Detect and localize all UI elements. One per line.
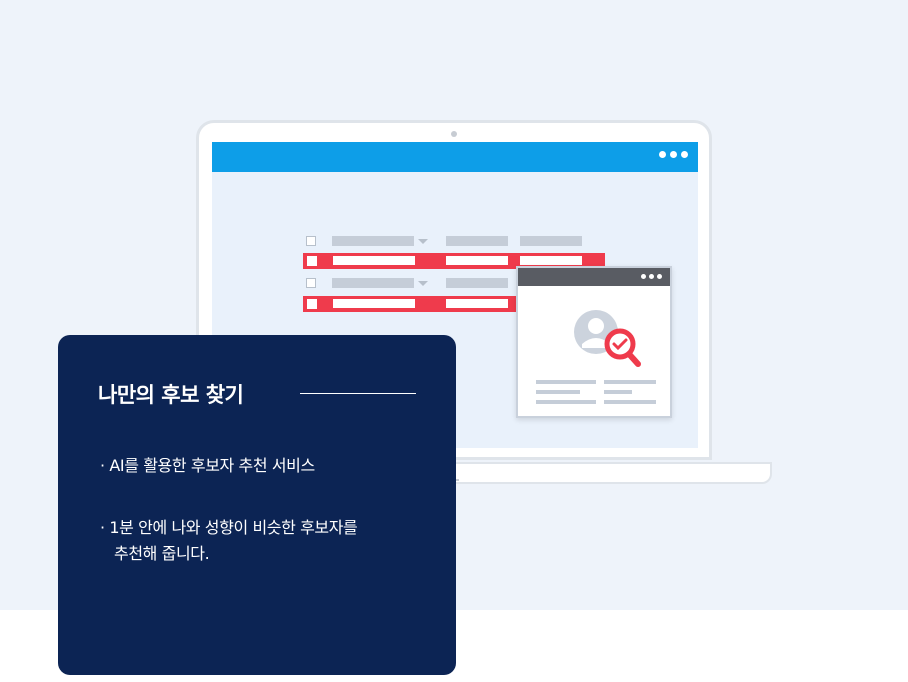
recommendation-banner: 나만의 후보 찾기 · AI를 활용한 후보자 추천 서비스 · 1분 안에 나… <box>0 0 908 682</box>
checkbox-icon <box>307 256 317 266</box>
feature-card: 나만의 후보 찾기 · AI를 활용한 후보자 추천 서비스 · 1분 안에 나… <box>58 335 456 675</box>
checkbox-icon <box>306 236 316 246</box>
magnifier-check-icon <box>604 328 641 367</box>
browser-dots-icon <box>659 151 688 158</box>
user-profile-icon <box>574 310 641 367</box>
dropdown-arrow-icon <box>419 301 429 306</box>
list-row-highlighted <box>303 296 517 312</box>
card-title: 나만의 후보 찾기 <box>98 383 244 407</box>
title-divider <box>300 393 416 394</box>
checkbox-icon <box>307 299 317 309</box>
checkbox-icon <box>306 278 316 288</box>
profile-popup <box>516 266 672 418</box>
feature-bullet: · AI를 활용한 후보자 추천 서비스 <box>100 456 315 475</box>
camera-icon <box>451 131 457 137</box>
feature-bullet: · 1분 안에 나와 성향이 비슷한 후보자를 추천해 줍니다. <box>100 518 358 563</box>
dropdown-arrow-icon <box>418 281 428 286</box>
dropdown-arrow-icon <box>418 239 428 244</box>
dropdown-arrow-icon <box>419 258 429 263</box>
list-row <box>304 233 594 249</box>
browser-title-bar <box>212 142 698 172</box>
